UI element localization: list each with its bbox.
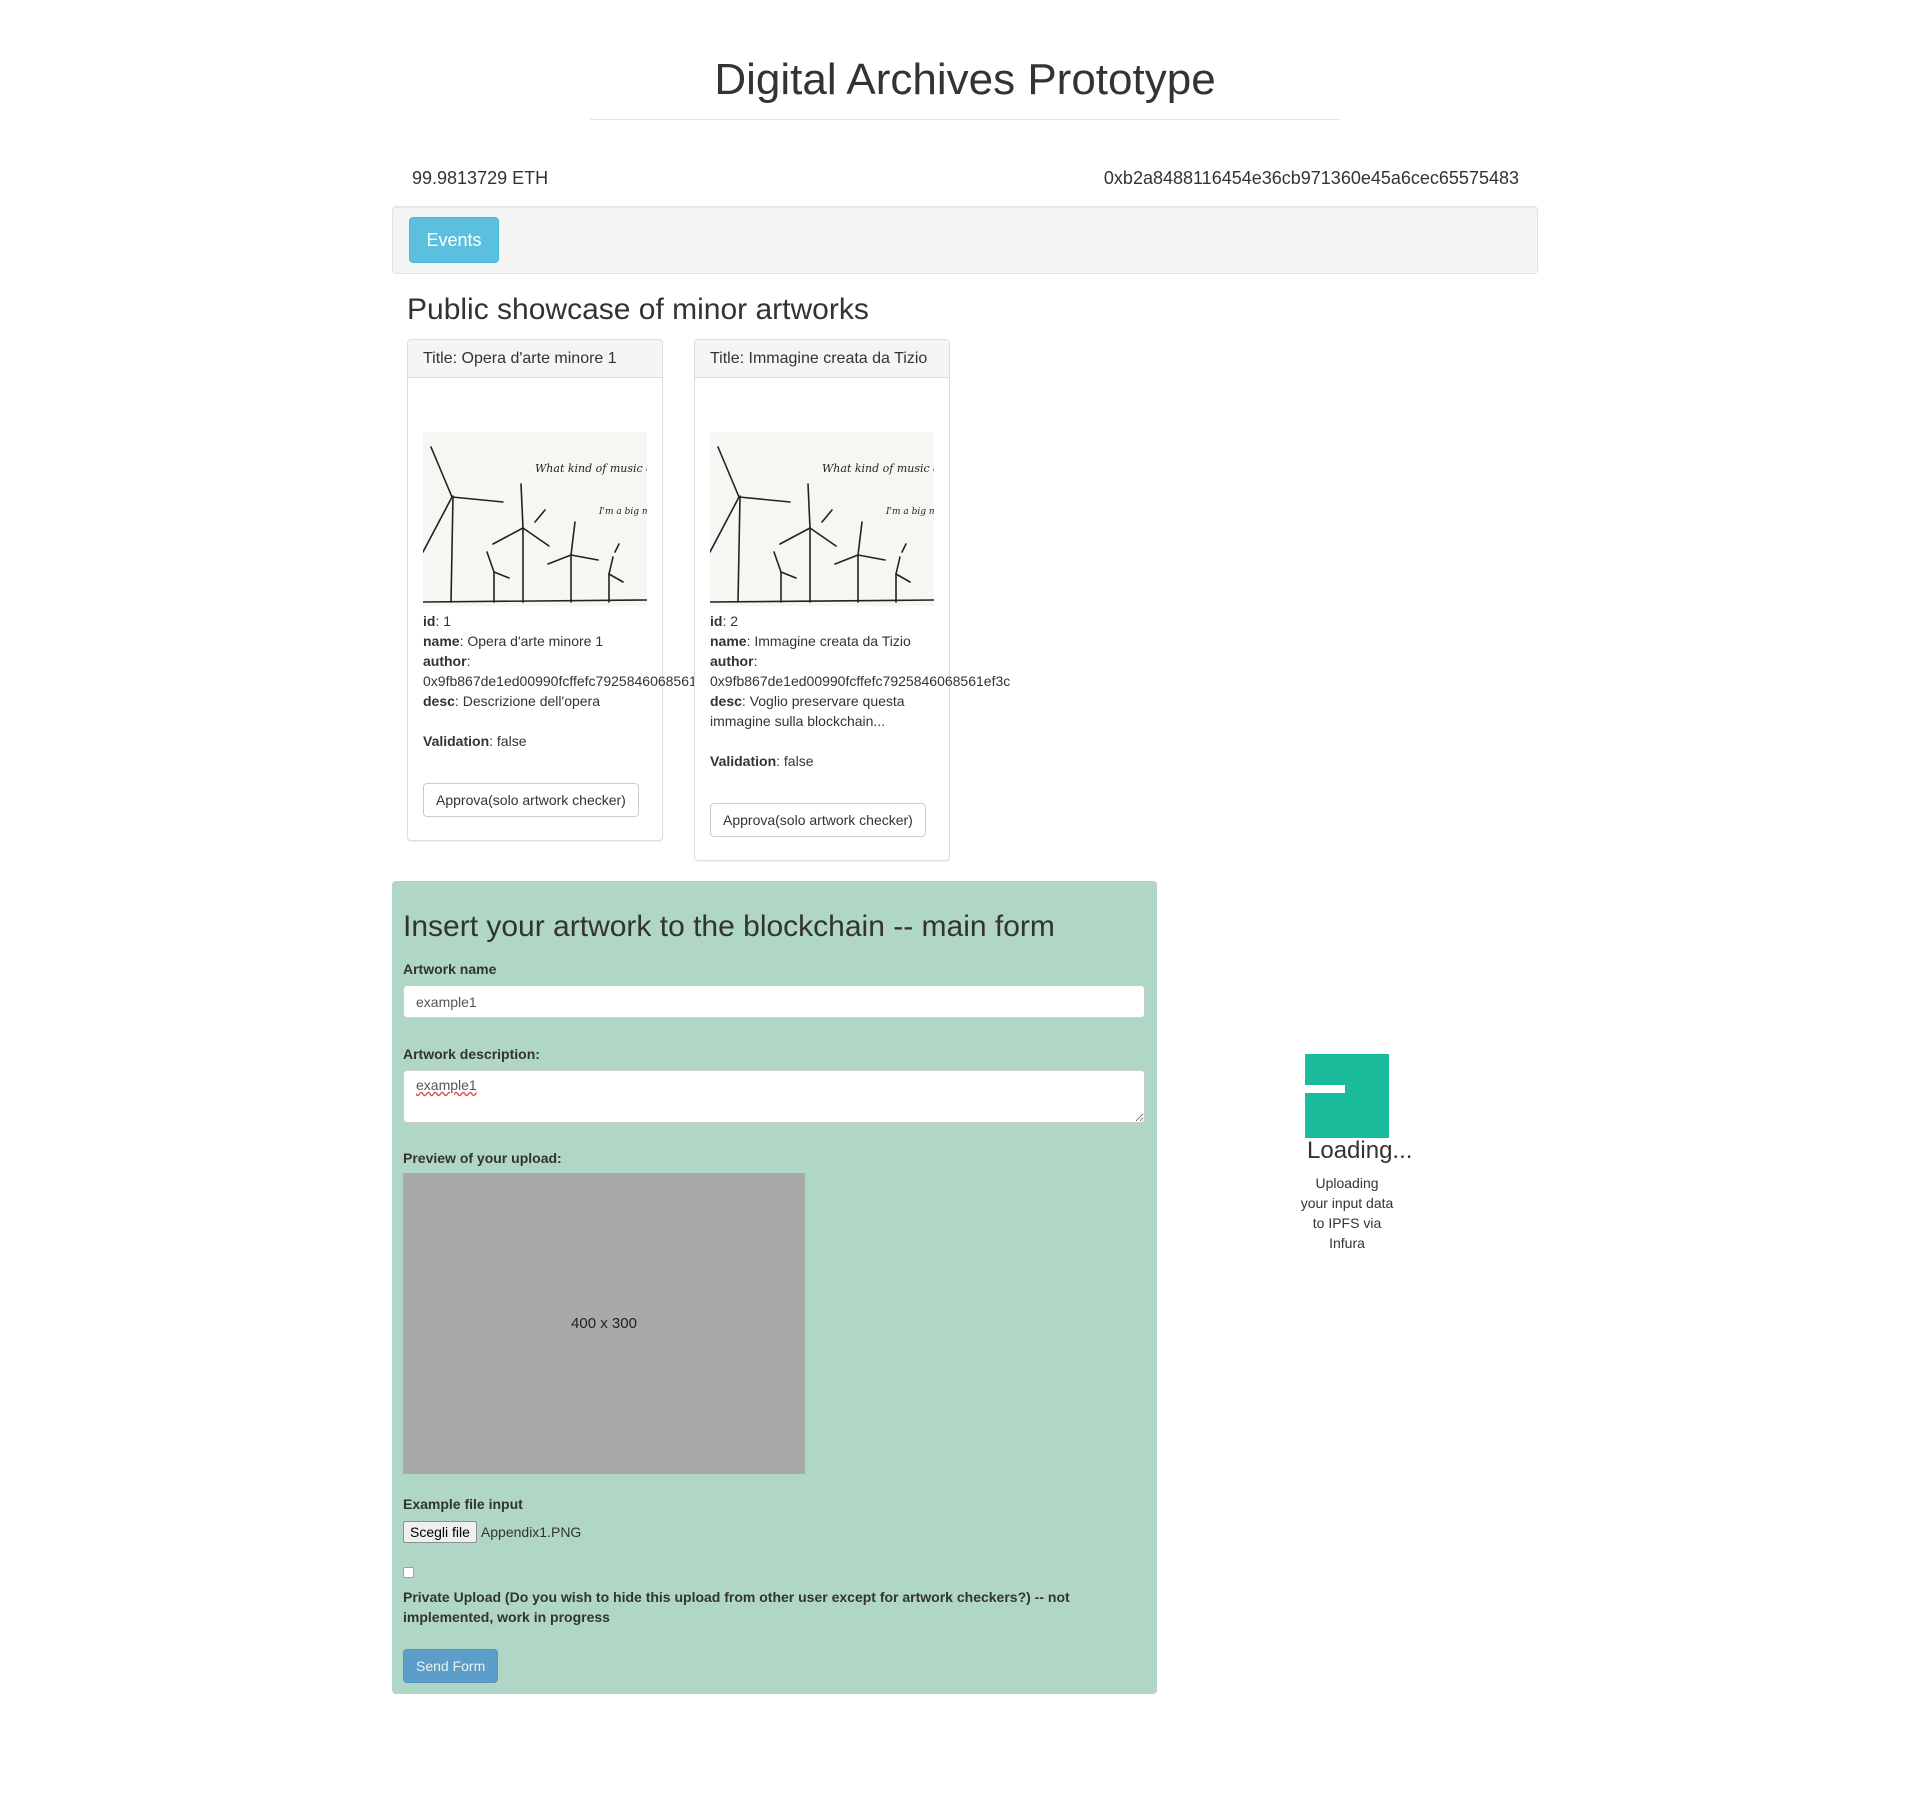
artwork-card-title: Title: Immagine creata da Tizio (695, 340, 949, 378)
form-title: Insert your artwork to the blockchain --… (403, 910, 1055, 943)
artwork-validation: false (783, 753, 814, 769)
upload-preview-image: 400 x 300 (403, 1173, 805, 1474)
artwork-card-title: Title: Opera d'arte minore 1 (408, 340, 662, 378)
title-divider (590, 119, 1340, 120)
speech-bubble-2-text: I'm a big metal fan (598, 507, 647, 517)
file-input: Scegli file Appendix1.PNG (403, 1521, 581, 1543)
artwork-author: 0x9fb867de1ed00990fcffefc7925846068561ef… (710, 673, 1011, 689)
artwork-details: id: 2 name: Immagine creata da Tizio aut… (710, 611, 1310, 837)
showcase-title: Public showcase of minor artworks (407, 293, 869, 326)
private-upload-label: Private Upload (Do you wish to hide this… (403, 1589, 1070, 1625)
loading-message: Uploading your input data to IPFS via In… (1300, 1175, 1394, 1251)
send-form-button[interactable]: Send Form (403, 1649, 499, 1683)
speech-bubble-1-text: What kind of music do you like? (822, 462, 934, 475)
artwork-name-label: Artwork name (403, 961, 497, 977)
choose-file-button[interactable]: Scegli file (403, 1521, 477, 1543)
approve-button[interactable]: Approva(solo artwork checker) (710, 803, 926, 837)
artwork-validation: false (496, 733, 527, 749)
eth-balance: 99.9813729 ETH (412, 168, 549, 188)
account-address: 0xb2a8488116454e36cb971360e45a6cec655754… (1103, 168, 1519, 188)
events-button[interactable]: Events (409, 217, 499, 263)
preview-label: Preview of your upload: (403, 1150, 562, 1166)
artwork-card: Title: Immagine creata da Tizio What kin… (694, 339, 1010, 861)
artwork-description-input[interactable]: example1 (403, 1070, 1145, 1123)
private-upload-checkbox[interactable] (403, 1567, 414, 1578)
artwork-id: 1 (443, 613, 452, 629)
artwork-desc: Descrizione dell'opera (462, 693, 601, 709)
artwork-form: Insert your artwork to the blockchain --… (392, 881, 1157, 1694)
artwork-name: Opera d'arte minore 1 (467, 633, 604, 649)
artwork-id: 2 (730, 613, 739, 629)
selected-file-name: Appendix1.PNG (480, 1524, 582, 1540)
loading-title: Loading... (1307, 1137, 1413, 1164)
artwork-description-label: Artwork description: (403, 1046, 540, 1062)
artwork-name-input[interactable] (403, 985, 1145, 1018)
toolbar: Events (392, 206, 1538, 274)
artwork-image: What kind of music do you like? I'm a bi… (710, 432, 934, 606)
speech-bubble-1-text: What kind of music do you like? (535, 462, 647, 475)
artwork-name: Immagine creata da Tizio (754, 633, 911, 649)
artwork-card: Title: Opera d'arte minore 1 What kind o… (407, 339, 697, 841)
file-input-label: Example file input (403, 1496, 523, 1512)
approve-button[interactable]: Approva(solo artwork checker) (423, 783, 639, 817)
speech-bubble-2-text: I'm a big metal fan (885, 507, 934, 517)
page-title: Digital Archives Prototype (714, 55, 1216, 104)
preview-placeholder-text: 400 x 300 (571, 1315, 637, 1332)
artwork-image: What kind of music do you like? I'm a bi… (423, 432, 647, 606)
loading-spinner-icon (1305, 1054, 1389, 1138)
